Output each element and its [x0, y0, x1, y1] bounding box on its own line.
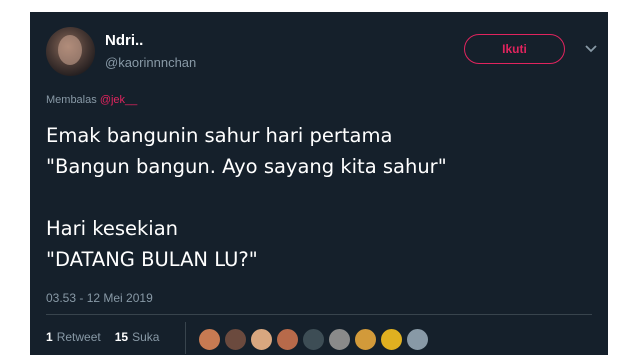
engagement-stats: 1 Retweet 15 Suka	[46, 330, 173, 344]
liker-avatar[interactable]	[276, 328, 299, 351]
divider	[46, 314, 592, 315]
liker-avatar[interactable]	[354, 328, 377, 351]
liker-avatar[interactable]	[198, 328, 221, 351]
tweet-line: "DATANG BULAN LU?"	[46, 248, 258, 271]
author-avatar[interactable]	[46, 27, 95, 76]
author-handle[interactable]: @kaorinnnchan	[105, 55, 196, 70]
retweet-stat[interactable]: 1 Retweet	[46, 330, 101, 344]
tweet-text: Emak bangunin sahur hari pertama "Bangun…	[46, 120, 596, 275]
stats-divider	[185, 322, 186, 354]
liker-avatars	[198, 328, 432, 351]
tweet-line: "Bangun bangun. Ayo sayang kita sahur"	[46, 155, 447, 178]
reply-context: Membalas @jek__	[46, 94, 137, 106]
liker-avatar[interactable]	[328, 328, 351, 351]
author-name[interactable]: Ndri..	[105, 32, 143, 49]
liker-avatar[interactable]	[380, 328, 403, 351]
retweet-label: Retweet	[56, 330, 101, 344]
chevron-down-icon[interactable]	[584, 42, 598, 56]
likes-count: 15	[114, 330, 129, 344]
retweet-count: 1	[46, 330, 53, 344]
tweet-timestamp[interactable]: 03.53 - 12 Mei 2019	[46, 291, 153, 305]
reply-mention-link[interactable]: @jek__	[100, 94, 137, 106]
liker-avatar[interactable]	[224, 328, 247, 351]
tweet-line: Hari kesekian	[46, 217, 179, 240]
reply-prefix: Membalas	[46, 94, 97, 106]
likes-stat[interactable]: 15 Suka	[115, 330, 160, 344]
default-avatar-icon[interactable]	[406, 328, 429, 351]
likes-label: Suka	[132, 330, 160, 344]
liker-avatar[interactable]	[250, 328, 273, 351]
tweet-line: Emak bangunin sahur hari pertama	[46, 124, 393, 147]
tweet-card: Ndri.. @kaorinnnchan Ikuti Membalas @jek…	[30, 12, 608, 355]
liker-avatar[interactable]	[302, 328, 325, 351]
follow-button[interactable]: Ikuti	[464, 34, 565, 64]
